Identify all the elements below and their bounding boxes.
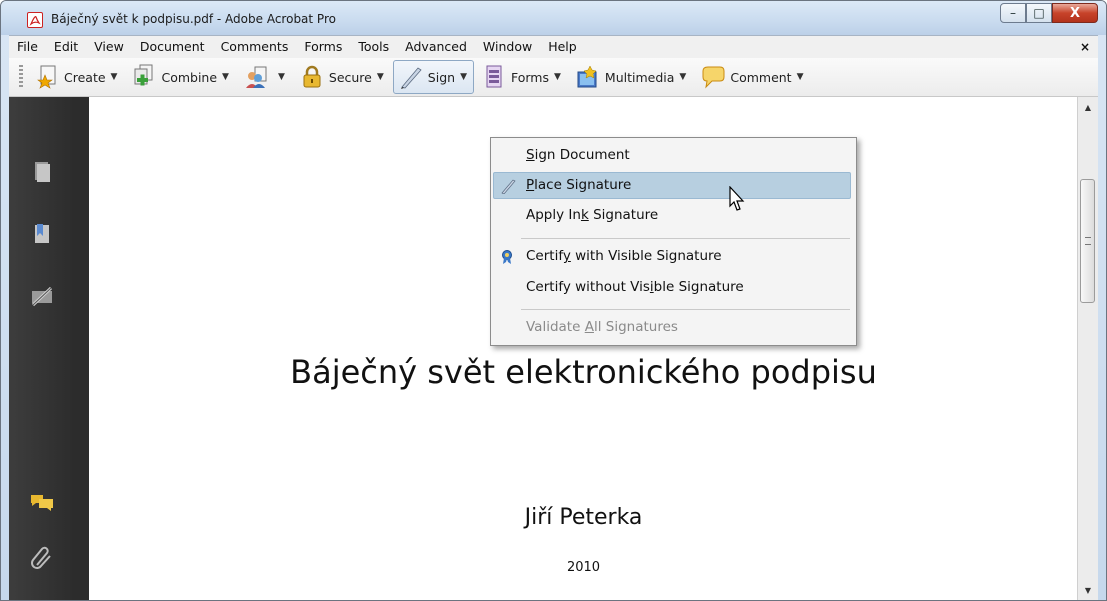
signatures-icon[interactable] <box>29 283 55 309</box>
multimedia-label: Multimedia <box>604 69 675 85</box>
vertical-scrollbar[interactable]: ▲ ▼ <box>1077 97 1098 600</box>
menu-bar: File Edit View Document Comments Forms T… <box>9 35 1098 59</box>
menu-advanced[interactable]: Advanced <box>397 36 475 58</box>
chevron-down-icon: ▼ <box>277 72 285 82</box>
collaborate-icon <box>243 64 269 90</box>
minimize-icon: – <box>1010 6 1016 20</box>
forms-icon <box>481 64 507 90</box>
menu-window[interactable]: Window <box>475 36 540 58</box>
maximize-icon: □ <box>1033 6 1045 20</box>
secure-label: Secure <box>328 69 372 85</box>
minimize-button[interactable]: – <box>1000 3 1026 23</box>
menu-view[interactable]: View <box>86 36 132 58</box>
combine-button[interactable]: Combine ▼ <box>126 60 236 94</box>
comment-button[interactable]: Comment ▼ <box>695 60 810 94</box>
comment-label: Comment <box>730 69 792 85</box>
scrollbar-thumb[interactable] <box>1080 179 1095 303</box>
pen-icon <box>500 178 516 195</box>
multimedia-icon <box>575 64 601 90</box>
document-year: 2010 <box>566 560 601 575</box>
combine-icon <box>131 64 157 90</box>
menu-item-place-signature[interactable]: Place Signature <box>493 172 851 199</box>
acrobat-app-icon <box>27 12 43 28</box>
menu-item-label: Validate All Signatures <box>526 319 678 335</box>
chevron-down-icon: ▼ <box>796 72 804 82</box>
toolbar-grip[interactable] <box>19 65 23 89</box>
lock-icon <box>299 64 325 90</box>
menu-forms[interactable]: Forms <box>296 36 350 58</box>
menu-item-label: Certify with Visible Signature <box>526 248 722 264</box>
menu-help[interactable]: Help <box>540 36 585 58</box>
window-controls: – □ X <box>1000 3 1098 25</box>
multimedia-button[interactable]: Multimedia ▼ <box>570 60 693 94</box>
sign-menu: Sign Document Place Signature Apply Ink … <box>490 137 857 346</box>
pen-icon <box>398 64 424 90</box>
close-document-icon[interactable]: × <box>1080 36 1090 58</box>
secure-button[interactable]: Secure ▼ <box>294 60 391 94</box>
attachments-icon[interactable] <box>29 545 55 571</box>
bookmarks-icon[interactable] <box>29 221 55 247</box>
chevron-down-icon: ▼ <box>554 72 561 82</box>
comments-icon[interactable] <box>29 489 55 515</box>
toolbar: Create ▼ Combine ▼ ▼ Secure ▼ Sign ▼ For… <box>9 58 1098 97</box>
create-icon <box>34 64 60 90</box>
menu-item-validate-all: Validate All Signatures <box>493 314 851 341</box>
sign-label: Sign <box>427 69 456 85</box>
navigation-pane <box>9 97 75 600</box>
menu-separator <box>521 238 850 239</box>
menu-item-label: Certify without Visible Signature <box>526 279 744 295</box>
grip-icon <box>1085 237 1091 245</box>
pages-icon[interactable] <box>29 159 55 185</box>
close-button[interactable]: X <box>1052 3 1098 23</box>
sign-button[interactable]: Sign ▼ <box>392 60 474 94</box>
menu-comments[interactable]: Comments <box>213 36 297 58</box>
menu-item-sign-document[interactable]: Sign Document <box>493 142 851 169</box>
menu-item-certify-visible[interactable]: Certify with Visible Signature <box>493 243 851 270</box>
menu-edit[interactable]: Edit <box>46 36 86 58</box>
chevron-down-icon: ▼ <box>460 72 467 82</box>
menu-tools[interactable]: Tools <box>350 36 397 58</box>
chevron-down-icon: ▼ <box>222 72 229 82</box>
menu-item-label: Place Signature <box>526 177 632 193</box>
create-label: Create <box>64 69 106 85</box>
navigation-splitter[interactable] <box>75 97 89 600</box>
menu-item-certify-invisible[interactable]: Certify without Visible Signature <box>493 274 851 301</box>
menu-item-label: Sign Document <box>526 147 630 163</box>
chevron-down-icon: ▼ <box>110 72 118 82</box>
create-button[interactable]: Create ▼ <box>29 60 124 94</box>
menu-document[interactable]: Document <box>132 36 213 58</box>
mouse-cursor-icon <box>729 186 745 211</box>
forms-label: Forms <box>510 69 549 85</box>
menu-item-apply-ink-signature[interactable]: Apply Ink Signature <box>493 202 851 229</box>
menu-item-label: Apply Ink Signature <box>526 207 659 223</box>
scroll-down-icon[interactable]: ▼ <box>1078 580 1098 600</box>
combine-label: Combine <box>161 69 218 85</box>
chevron-down-icon: ▼ <box>376 72 384 82</box>
document-title: Báječný svět elektronického podpisu <box>290 353 877 391</box>
document-author: Jiří Peterka <box>524 505 643 530</box>
certify-ribbon-icon <box>499 248 515 264</box>
chevron-down-icon: ▼ <box>679 72 687 82</box>
close-icon: X <box>1069 5 1081 21</box>
forms-button[interactable]: Forms ▼ <box>476 60 568 94</box>
maximize-button[interactable]: □ <box>1026 3 1052 23</box>
menu-separator <box>521 309 850 310</box>
title-bar[interactable]: Báječný svět k podpisu.pdf - Adobe Acrob… <box>1 1 1106 35</box>
collaborate-button[interactable]: ▼ <box>238 60 292 94</box>
comment-icon <box>700 64 726 90</box>
menu-file[interactable]: File <box>9 36 46 58</box>
window-title: Báječný svět k podpisu.pdf - Adobe Acrob… <box>51 12 336 26</box>
scroll-up-icon[interactable]: ▲ <box>1078 97 1098 117</box>
